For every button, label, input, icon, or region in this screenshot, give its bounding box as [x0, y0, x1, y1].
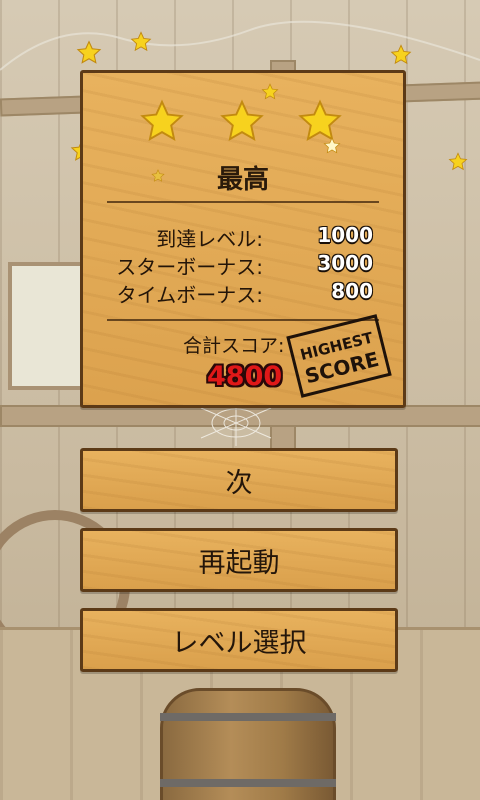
highest-score-stamp-icon: HIGHEST SCORE	[286, 314, 392, 398]
result-panel: 最高 到達レベル: 1000 スターボーナス: 3000 タイムボーナス: 80…	[80, 70, 406, 408]
result-title: 最高	[216, 165, 269, 195]
sparkle-star-icon	[130, 31, 152, 53]
barrel-hoop	[160, 713, 336, 721]
level-reached-value: 1000	[317, 223, 373, 247]
score-divider	[107, 319, 379, 321]
time-bonus-value: 800	[331, 279, 373, 303]
level-select-button[interactable]: レベル選択	[80, 608, 398, 672]
sparkle-star-icon	[323, 137, 341, 155]
star-bonus-row: スターボーナス: 3000	[83, 251, 403, 279]
sparkle-star-icon	[261, 83, 279, 101]
star-icon	[219, 99, 265, 145]
sparkle-star-icon	[390, 44, 412, 66]
level-reached-label: 到達レベル:	[156, 227, 263, 251]
star-bonus-value: 3000	[317, 251, 373, 275]
time-bonus-label: タイムボーナス:	[116, 283, 263, 307]
level-reached-row: 到達レベル: 1000	[83, 223, 403, 251]
star-bonus-label: スターボーナス:	[116, 255, 263, 279]
time-bonus-row: タイムボーナス: 800	[83, 279, 403, 307]
star-icon	[139, 99, 185, 145]
barrel	[160, 688, 336, 800]
barrel-hoop	[160, 779, 336, 787]
barn-window	[8, 262, 88, 390]
sparkle-star-icon	[448, 152, 468, 172]
total-score-label: 合計スコア:	[183, 335, 285, 357]
next-button[interactable]: 次	[80, 448, 398, 512]
title-divider	[107, 201, 379, 203]
sparkle-star-icon	[76, 40, 102, 66]
restart-button[interactable]: 再起動	[80, 528, 398, 592]
total-score-value: 4800	[207, 361, 283, 392]
